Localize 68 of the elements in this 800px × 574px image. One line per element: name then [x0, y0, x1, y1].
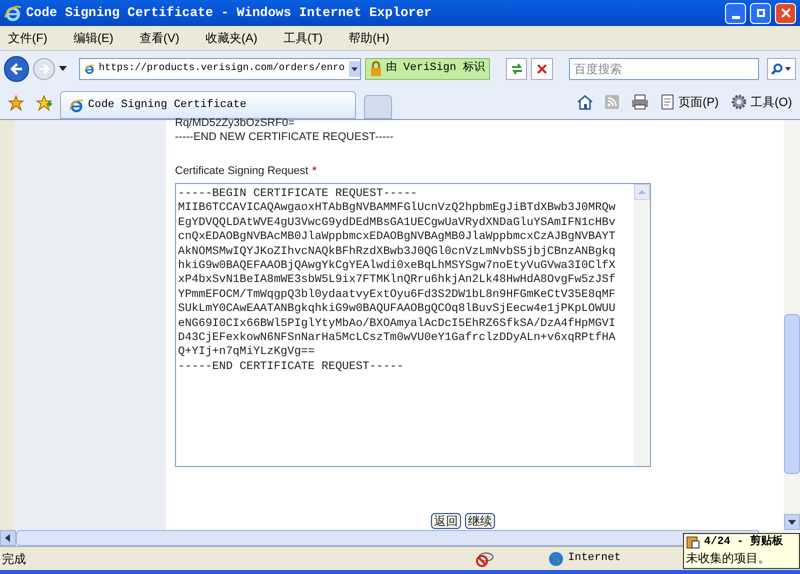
globe-icon: [548, 550, 564, 566]
menu-item[interactable]: 帮助(H): [348, 29, 390, 47]
window-title: Code Signing Certificate - Windows Internet Explorer: [26, 4, 433, 22]
restore-button[interactable]: [750, 2, 771, 24]
form-button[interactable]: 继续: [465, 513, 495, 529]
text-line: Q+YIj+n7qMiYLzKgVg==: [178, 345, 315, 360]
gear-icon: [730, 94, 747, 110]
search-button[interactable]: [766, 58, 796, 80]
stop-icon: [537, 64, 548, 74]
vertical-scrollbar[interactable]: [784, 120, 800, 530]
page-icon: [660, 94, 675, 110]
menu-item[interactable]: 编辑(E): [73, 29, 114, 47]
browser-tab[interactable]: Code Signing Certificate: [60, 91, 356, 119]
text-line: cnQxEDAOBgNVBAcMB0JlaWppbmcxEDAOBgNVBAgMB0JlaWppbmcxCzAJBgNVBAYT: [178, 230, 616, 245]
refresh-arrows-icon: [510, 62, 524, 74]
home-icon[interactable]: [576, 94, 593, 110]
padlock-icon: [370, 60, 382, 76]
clipboard-icon: [686, 535, 700, 549]
scrollbar-thumb[interactable]: [784, 314, 800, 474]
menu-item[interactable]: 收藏夹(A): [205, 29, 258, 47]
field-label: Certificate Signing Request: [175, 165, 308, 177]
privacy-blocked-icon[interactable]: [476, 550, 494, 566]
menu-item[interactable]: 查看(V): [139, 29, 180, 47]
text-line: xP4bxSvN1BeIA8mWE3sbW5L9ix7FTMKlnQRru6hkjAn2Lk48HwHdA8OvgFw5zJSf: [178, 273, 616, 288]
text-line: -----END CERTIFICATE REQUEST-----: [178, 360, 404, 374]
text-line: AkNOMSMwIQYJKoZIhvcNAQkBFhRzdXBwb3J0QGl0cnVzLmNvbS5jbjCBnzANBgkq: [178, 244, 616, 260]
page-menu-button[interactable]: 页面(P): [660, 93, 719, 111]
scroll-down-icon[interactable]: [784, 514, 800, 530]
ie-logo-icon: [84, 62, 95, 76]
caret-icon: [785, 66, 792, 70]
search-icon: [771, 62, 784, 74]
menu-item[interactable]: 文件(F): [8, 29, 48, 47]
dropdown-caret-icon[interactable]: [58, 66, 67, 71]
stop-button[interactable]: [531, 58, 553, 80]
text-line: -----END NEW CERTIFICATE REQUEST-----: [175, 130, 394, 144]
favorites-star-icon[interactable]: [8, 95, 24, 111]
text-line: eNG69I0CIx66BWl5PIglYtyMbAo/BXOAmyalAcDcI5EhRZ6SfkSA/DzA4fHpMGVI: [178, 316, 616, 332]
text-line: -----BEGIN CERTIFICATE REQUEST-----: [178, 187, 418, 202]
close-icon: [780, 8, 790, 18]
form-button[interactable]: 返回: [431, 513, 461, 529]
popup-text: 未收集的项目。: [686, 550, 771, 566]
text-line: MIIB6TCCAVICAQAwgaoxHTAbBgNVBAMMFGlUcnVzQ2hpbmEgJiBTdXBwb3J0MRQw: [178, 201, 616, 216]
ie-logo-icon: [4, 4, 22, 22]
forward-arrow-icon: [38, 62, 50, 74]
close-button[interactable]: [775, 2, 796, 24]
text-line: SUkLmY0CAwEAATANBgkqhkiG9w0BAQUFAAOBgQCOq8lBuvSjEecw4e1jPKpLOWUU: [178, 302, 616, 317]
refresh-button[interactable]: [506, 58, 528, 80]
csr-text-area[interactable]: [175, 183, 651, 467]
add-favorite-icon[interactable]: [36, 95, 52, 111]
text-line: D43CjEFexkowN6NFSnNarHa5McLCszTm0wVU0eY1GafrclzDDyALn+v6xqRPtfHA: [178, 331, 616, 346]
required-mark: *: [312, 165, 317, 177]
security-report[interactable]: 由 VeriSign 标识: [364, 58, 490, 80]
ie-logo-icon: [69, 98, 84, 112]
text-line: YPmmEFOCM/TmWqgpQ3bl0ydaatvyExtOyu6Fd3S2DW1bL8n9HFGmKeCtV35E8qMF: [178, 288, 616, 302]
minimize-button[interactable]: [725, 2, 746, 24]
printer-icon[interactable]: [630, 94, 649, 110]
tools-menu-button[interactable]: 工具(O): [730, 93, 792, 111]
security-zone: Internet: [568, 551, 621, 566]
back-button[interactable]: [4, 56, 30, 82]
address-field[interactable]: https://products.verisign.com/orders/enro: [78, 58, 361, 80]
scroll-left-icon[interactable]: [0, 530, 16, 546]
search-field[interactable]: 百度搜索: [568, 58, 759, 80]
back-arrow-icon: [10, 62, 24, 76]
clipboard-popup[interactable]: 4/24 - 剪贴板 未收集的项目。: [683, 533, 800, 569]
text-line: hkiG9w0BAQEFAAOBjQAwgYkCgYEAlwdi0xeBqLhMSYSgw7noEtyVuGVwa3I0ClfX: [178, 259, 616, 274]
menu-item[interactable]: 工具(T): [283, 29, 323, 47]
text-line: Rq/MD52Zy3bOzSRF0=: [175, 116, 296, 130]
text-line: EgYDVQQLDAtWVE4gU3VwcG9ydDEdMBsGA1UECgwUaVRydXNDaGluYSAmIFN1cHBv: [178, 216, 616, 230]
